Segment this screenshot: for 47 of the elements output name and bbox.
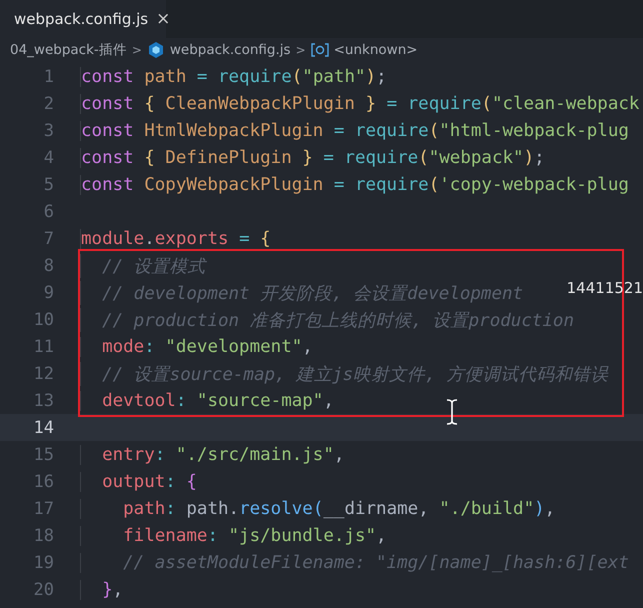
line-number: 10 [32, 310, 54, 330]
code-line: const { DefinePlugin } = require("webpack"); [80, 148, 545, 168]
line-number: 17 [32, 498, 54, 518]
chevron-icon: > [132, 43, 142, 57]
text-cursor-icon [446, 399, 458, 425]
code-line: const HtmlWebpackPlugin = require("html-webpack-plug [80, 120, 629, 140]
line-number: 2 [42, 94, 54, 114]
line-number: 15 [32, 444, 54, 464]
code-line: entry: "./src/main.js", [80, 444, 344, 464]
chevron-icon: > [296, 43, 306, 57]
code-line: const path = require("path"); [80, 66, 387, 86]
line-number: 9 [42, 282, 54, 302]
line-number: 8 [42, 256, 54, 276]
line-number: 7 [42, 228, 54, 248]
code-line: }, [80, 580, 124, 600]
breadcrumb-item[interactable]: <unknown> [334, 42, 418, 58]
code-line: const CopyWebpackPlugin = require('copy-webpack-plug [80, 174, 629, 194]
line-number: 6 [42, 202, 54, 222]
symbol-icon [310, 43, 329, 57]
line-number: 13 [32, 390, 54, 410]
code-line: mode: "development", [80, 336, 313, 356]
line-number: 14 [32, 418, 54, 438]
code-line: filename: "js/bundle.js", [80, 526, 387, 546]
line-number: 5 [42, 174, 54, 194]
line-number: 19 [32, 552, 54, 572]
code-line: // assetModuleFilename: "img/[name]_[hash:6][ext [80, 552, 629, 572]
editor-tab[interactable]: webpack.config.js × [0, 0, 166, 38]
code-line: // development 开发阶段, 会设置development [80, 280, 524, 304]
line-number: 4 [42, 148, 54, 168]
code-line: path: path.resolve(__dirname, "./build"), [80, 498, 556, 518]
line-number: 3 [42, 120, 54, 140]
line-number: 12 [32, 364, 54, 384]
code-line: devtool: "source-map", [80, 390, 334, 410]
line-number: 11 [32, 336, 54, 356]
code-line: output: { [80, 472, 197, 492]
code-line: module.exports = { [80, 228, 271, 248]
line-number: 16 [32, 472, 54, 492]
breadcrumb-item[interactable]: webpack.config.js [170, 42, 291, 58]
code-line: // 设置source-map, 建立js映射文件, 方便调试代码和错误 [80, 362, 608, 386]
code-line: // production 准备打包上线的时候, 设置production [80, 308, 574, 332]
line-number: 1 [42, 66, 54, 86]
breadcrumb-item[interactable]: 04_webpack-插件 [10, 41, 127, 59]
cube-icon [146, 41, 165, 59]
code-line: // 设置模式 [80, 254, 206, 278]
line-number: 20 [32, 580, 54, 600]
code-line: const { CleanWebpackPlugin } = require("clean-webpack [80, 94, 640, 114]
line-number: 18 [32, 526, 54, 546]
